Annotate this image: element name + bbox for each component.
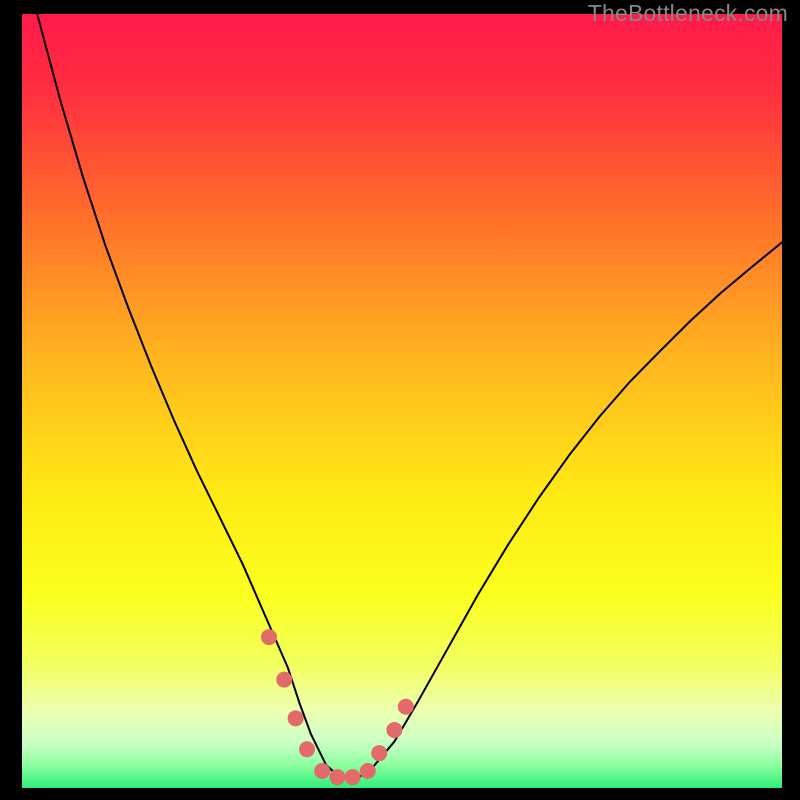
highlight-dot: [345, 769, 361, 785]
highlight-dot: [386, 722, 402, 738]
highlight-dot: [288, 710, 304, 726]
highlight-dot: [329, 769, 345, 785]
highlight-dot: [360, 763, 376, 779]
watermark-text: TheBottleneck.com: [588, 0, 788, 27]
highlight-dot: [371, 745, 387, 761]
highlight-dot: [299, 741, 315, 757]
chart-background: [22, 14, 782, 788]
highlight-dot: [261, 629, 277, 645]
highlight-dot: [398, 699, 414, 715]
bottleneck-chart: [22, 14, 782, 788]
chart-frame: [22, 14, 782, 788]
highlight-dot: [314, 763, 330, 779]
highlight-dot: [276, 672, 292, 688]
